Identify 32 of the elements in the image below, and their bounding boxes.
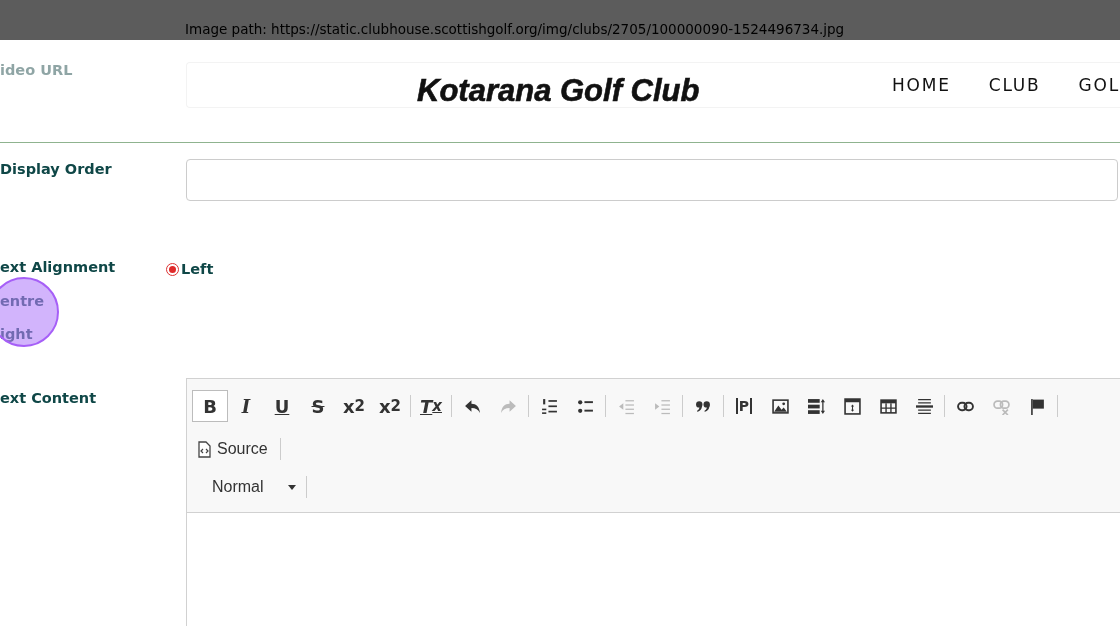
italic-button[interactable]: I — [228, 390, 264, 422]
radio-label[interactable]: Left — [181, 261, 214, 277]
caret-icon — [288, 484, 296, 490]
field-label: Display Order — [0, 160, 113, 179]
strike-button[interactable]: S — [300, 390, 336, 422]
nav-link[interactable]: GOL — [1078, 75, 1120, 95]
image-icon — [771, 397, 789, 415]
bold-button[interactable]: B — [192, 390, 228, 422]
outdent-icon — [617, 397, 635, 415]
format-dropdown[interactable]: Normal — [196, 478, 300, 496]
nav-link[interactable]: CLUB — [988, 75, 1041, 95]
field-label: ext Alignment — [0, 259, 116, 275]
bulleted-list-icon — [576, 397, 594, 415]
nav-link[interactable]: HOME — [891, 75, 951, 95]
flag-icon — [1028, 397, 1046, 415]
source-button[interactable]: Source — [196, 440, 274, 458]
placeholder-button[interactable]: P — [726, 390, 762, 422]
field-label: ideo URL — [0, 62, 74, 80]
radio-button[interactable] — [166, 262, 179, 276]
horizontal-lines-icon — [915, 397, 933, 415]
unlink-icon — [992, 397, 1010, 415]
frame-icon — [843, 397, 861, 415]
document-code-icon — [198, 440, 211, 458]
underline-button[interactable]: U — [264, 390, 300, 422]
image-path-text: Image path: https://static.clubhouse.scottishgolf.org/img/clubs/2705/100000090-1524496734.jpg — [185, 21, 845, 37]
club-logo: Kotarana Golf Club — [417, 73, 700, 109]
table-icon — [879, 397, 897, 415]
field-label: ext Content — [0, 390, 98, 408]
stacked-blocks-icon — [807, 397, 825, 415]
numbered-list-icon — [540, 397, 558, 415]
input-field[interactable] — [186, 159, 1118, 201]
indent-icon — [653, 397, 671, 415]
